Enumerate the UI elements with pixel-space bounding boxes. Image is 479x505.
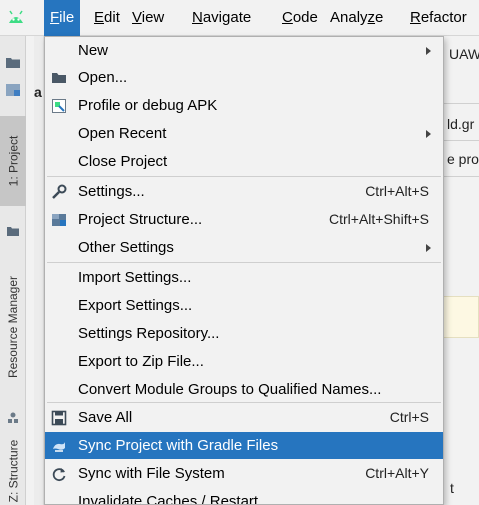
menu-item-label: Export Settings... xyxy=(78,297,193,314)
apk-icon xyxy=(51,98,67,114)
menu-navigate[interactable]: Navigate xyxy=(186,0,276,36)
menu-item-label: New xyxy=(78,42,109,59)
menu-item-shortcut: Ctrl+S xyxy=(389,409,429,425)
menu-item-shortcut: Ctrl+Alt+Y xyxy=(365,465,429,481)
wrench-icon xyxy=(51,184,67,200)
android-studio-logo-icon xyxy=(9,10,23,23)
menu-item-label: Other Settings xyxy=(78,239,174,256)
menu-item-invalidate-caches-restart[interactable]: Invalidate Caches / Restart... xyxy=(45,488,443,505)
menu-item-sync-with-file-system[interactable]: Sync with File System Ctrl+Alt+Y xyxy=(45,460,443,487)
menu-item-settings[interactable]: Settings... Ctrl+Alt+S xyxy=(45,178,443,205)
project-tree-gutter xyxy=(34,36,44,505)
folder-icon xyxy=(51,70,67,86)
menu-item-save-all[interactable]: Save All Ctrl+S xyxy=(45,404,443,431)
menu-item-export-settings[interactable]: Export Settings... xyxy=(45,292,443,319)
menu-item-import-settings[interactable]: Import Settings... xyxy=(45,264,443,291)
menu-view[interactable]: View xyxy=(126,0,176,36)
tab-project[interactable]: 1: Project xyxy=(0,116,26,206)
menu-code[interactable]: Code xyxy=(276,0,324,36)
background-editor-text: e pro xyxy=(447,151,479,167)
menu-item-open[interactable]: Open... xyxy=(45,64,443,91)
menu-item-shortcut: Ctrl+Alt+S xyxy=(365,183,429,199)
menu-item-close-project[interactable]: Close Project xyxy=(45,148,443,175)
menu-item-sync-project-with-gradle-files[interactable]: Sync Project with Gradle Files xyxy=(45,432,443,459)
menu-item-new[interactable]: New xyxy=(45,37,443,64)
menu-bar: File Edit View Navigate Code Analyze Refactor xyxy=(0,0,479,36)
menu-item-label: Open... xyxy=(78,69,128,86)
folder-icon[interactable] xyxy=(6,56,20,68)
menu-item-label: Project Structure... xyxy=(78,211,203,228)
tab-structure[interactable]: Z: Structure xyxy=(0,428,26,505)
submenu-arrow-icon xyxy=(426,130,431,138)
menu-item-label: Open Recent xyxy=(78,125,167,142)
menu-item-label: Convert Module Groups to Qualified Names… xyxy=(78,381,382,398)
module-icon[interactable] xyxy=(6,84,20,96)
background-bottom-text: t xyxy=(450,480,454,496)
save-icon xyxy=(51,410,67,426)
submenu-arrow-icon xyxy=(426,244,431,252)
menu-file[interactable]: File xyxy=(44,0,80,36)
menu-item-project-structure[interactable]: Project Structure... Ctrl+Alt+Shift+S xyxy=(45,206,443,233)
menu-separator xyxy=(47,262,441,263)
menu-item-label: Profile or debug APK xyxy=(78,97,218,114)
menu-item-label: Close Project xyxy=(78,153,168,170)
menu-item-label: Import Settings... xyxy=(78,269,192,286)
menu-item-shortcut: Ctrl+Alt+Shift+S xyxy=(329,211,429,227)
refresh-icon xyxy=(51,466,67,482)
submenu-arrow-icon xyxy=(426,47,431,55)
menu-item-export-to-zip-file[interactable]: Export to Zip File... xyxy=(45,348,443,375)
menu-item-profile-or-debug-apk[interactable]: Profile or debug APK xyxy=(45,92,443,119)
gradle-sync-icon xyxy=(51,438,67,454)
menu-item-label: Save All xyxy=(78,409,133,426)
menu-analyze[interactable]: Analyze xyxy=(324,0,404,36)
background-tab-text: UAW xyxy=(449,46,479,62)
file-menu-dropdown: New Open... Profile or debug APK Open Recen… xyxy=(44,36,444,505)
tab-resource-manager[interactable]: Resource Manager xyxy=(0,232,26,422)
resource-icon[interactable] xyxy=(7,412,19,424)
menu-separator xyxy=(47,176,441,177)
menu-item-open-recent[interactable]: Open Recent xyxy=(45,120,443,147)
menu-item-label: Settings Repository... xyxy=(78,325,220,342)
menu-refactor[interactable]: Refactor xyxy=(404,0,479,36)
menu-item-label: Invalidate Caches / Restart... xyxy=(78,493,271,505)
menu-edit[interactable]: Edit xyxy=(88,0,126,36)
project-structure-icon xyxy=(51,212,67,228)
menu-separator xyxy=(47,402,441,403)
background-project-name: a xyxy=(34,84,42,100)
menu-item-label: Sync Project with Gradle Files xyxy=(78,437,279,454)
menu-item-label: Sync with File System xyxy=(78,465,225,482)
menu-item-label: Export to Zip File... xyxy=(78,353,204,370)
menu-item-label: Settings... xyxy=(78,183,145,200)
left-tool-strip: 1: Project Resource Manager Z: Structure xyxy=(0,36,26,505)
menu-item-convert-module-groups-to-qualified-names[interactable]: Convert Module Groups to Qualified Names… xyxy=(45,376,443,403)
background-file-tab[interactable]: ld.gr xyxy=(447,116,474,132)
menu-item-other-settings[interactable]: Other Settings xyxy=(45,234,443,261)
menu-item-settings-repository[interactable]: Settings Repository... xyxy=(45,320,443,347)
